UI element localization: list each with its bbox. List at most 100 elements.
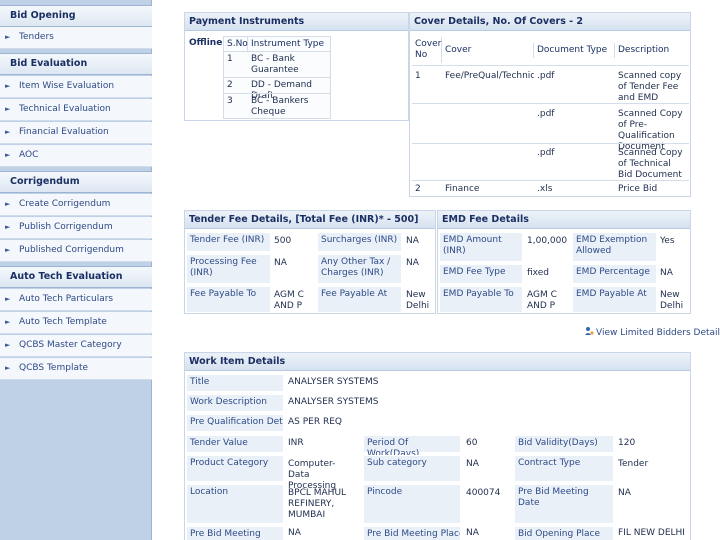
sub-category-label: Sub category <box>363 455 461 482</box>
arrow-right-icon: ► <box>5 295 11 303</box>
cover-row-doc: .pdf <box>537 148 555 158</box>
cover-row-cover: Fee/PreQual/Technical <box>445 71 534 81</box>
tender-fee-title: Tender Fee Details, [Total Fee (INR)* - … <box>185 211 435 229</box>
cover-row-doc: .pdf <box>537 109 555 119</box>
sidebar-item-technical-evaluation[interactable]: ► Technical Evaluation <box>0 99 152 121</box>
cover-row-desc: Scanned copy of Tender Fee and EMD <box>618 71 682 103</box>
processing-fee-value: NA <box>274 258 287 268</box>
instrument-col-sno: S.No <box>224 37 248 52</box>
emd-percentage-value: NA <box>660 268 673 278</box>
sidebar-item-financial-evaluation[interactable]: ► Financial Evaluation <box>0 122 152 144</box>
fee-payable-at-value: New Delhi <box>406 290 430 311</box>
sidebar-item-auto-tech-template[interactable]: ► Auto Tech Template <box>0 312 152 334</box>
emd-payable-at-value: New Delhi <box>660 290 684 311</box>
other-tax-value: NA <box>406 258 419 268</box>
pre-bid-meeting-date-label: Pre Bid Meeting Date <box>514 484 614 524</box>
sidebar: Bid Opening ► Tenders Bid Evaluation ► Ite… <box>0 0 152 540</box>
bid-validity-value: 120 <box>618 438 636 448</box>
emd-percentage-label: EMD Percentage <box>572 264 657 284</box>
sidebar-section-auto-tech-evaluation[interactable]: Auto Tech Evaluation <box>0 266 152 288</box>
arrow-right-icon: ► <box>5 82 11 90</box>
sidebar-item-published-corrigendum[interactable]: ► Published Corrigendum <box>0 240 152 262</box>
work-title-label: Title <box>186 374 284 392</box>
cover-col-doc: Document Type <box>534 43 615 58</box>
fee-payable-at-label: Fee Payable At <box>317 286 402 313</box>
tender-fee-value: 500 <box>274 236 292 246</box>
work-title-value: ANALYSER SYSTEMS <box>288 377 379 387</box>
arrow-right-icon: ► <box>5 200 11 208</box>
emd-payable-to-value: AGM C AND P <box>527 290 557 311</box>
sidebar-item-qcbs-master-category[interactable]: ► QCBS Master Category <box>0 335 152 357</box>
emd-fee-title: EMD Fee Details <box>438 211 690 229</box>
sidebar-item-tenders[interactable]: ► Tenders <box>0 27 152 49</box>
arrow-right-icon: ► <box>5 364 11 372</box>
emd-fee-panel: EMD Fee Details EMD Amount (INR) 1,00,00… <box>437 210 691 314</box>
cover-row-cover: Finance <box>445 184 480 194</box>
cover-col-no: Cover No <box>412 37 442 63</box>
cover-col-desc: Description <box>618 45 670 55</box>
sidebar-item-item-wise-evaluation[interactable]: ► Item Wise Evaluation <box>0 76 152 98</box>
processing-fee-label: Processing Fee (INR) <box>186 254 271 284</box>
instrument-row-sno: 2 <box>227 80 233 90</box>
sidebar-section-corrigendum[interactable]: Corrigendum <box>0 171 152 193</box>
fee-payable-to-value: AGM C AND P <box>274 290 304 311</box>
work-description-value: ANALYSER SYSTEMS <box>288 397 379 407</box>
contract-type-label: Contract Type <box>514 455 614 482</box>
cover-row-desc: Price Bid <box>618 184 658 194</box>
prequal-details-label: Pre Qualification Details <box>186 414 284 432</box>
arrow-right-icon: ► <box>5 128 11 136</box>
pincode-label: Pincode <box>363 484 461 524</box>
instrument-col-type: Instrument Type <box>251 39 325 49</box>
sidebar-item-auto-tech-particulars[interactable]: ► Auto Tech Particulars <box>0 289 152 311</box>
payment-mode: Offline <box>189 38 223 48</box>
arrow-right-icon: ► <box>5 246 11 254</box>
bid-opening-place-value: FIL NEW DELHI <box>618 528 685 538</box>
cover-row-doc: .pdf <box>537 71 555 81</box>
emd-fee-type-value: fixed <box>527 268 549 278</box>
payment-instruments-panel: Payment Instruments Offline S.No Instrum… <box>184 12 409 121</box>
cover-col-cover: Cover <box>442 43 534 58</box>
product-category-label: Product Category <box>186 455 284 482</box>
instrument-row-type: BC - Bank Guarantee <box>251 54 299 75</box>
period-of-work-label: Period Of Work(Days) <box>363 435 461 459</box>
arrow-right-icon: ► <box>5 341 11 349</box>
tender-value-value: INR <box>288 438 304 448</box>
surcharge-value: NA <box>406 236 419 246</box>
pre-bid-meeting-date-value: NA <box>618 488 631 498</box>
cover-row-no: 2 <box>415 184 421 194</box>
sidebar-item-qcbs-template[interactable]: ► QCBS Template <box>0 358 152 380</box>
cover-details-panel: Cover Details, No. Of Covers - 2 Cover N… <box>409 12 691 197</box>
surcharge-label: Surcharges (INR) <box>317 232 402 252</box>
location-label: Location <box>186 484 284 524</box>
sub-category-value: NA <box>466 459 479 469</box>
emd-amount-label: EMD Amount (INR) <box>439 232 523 262</box>
sidebar-section-bid-opening[interactable]: Bid Opening <box>0 5 152 27</box>
sidebar-item-publish-corrigendum[interactable]: ► Publish Corrigendum <box>0 217 152 239</box>
sidebar-section-bid-evaluation[interactable]: Bid Evaluation <box>0 53 152 75</box>
work-description-label: Work Description <box>186 394 284 412</box>
tender-fee-label: Tender Fee (INR) <box>186 232 271 252</box>
instrument-table: S.No Instrument Type 1 BC - Bank Guarant… <box>223 36 331 119</box>
emd-exemption-label: EMD Exemption Allowed <box>572 232 657 262</box>
view-limited-bidders-link[interactable]: View Limited Bidders Details <box>584 326 720 340</box>
pre-bid-meeting-label: Pre Bid Meeting <box>186 526 284 540</box>
pre-bid-meeting-place-label: Pre Bid Meeting Place <box>363 526 461 540</box>
sidebar-item-create-corrigendum[interactable]: ► Create Corrigendum <box>0 194 152 216</box>
period-of-work-value: 60 <box>466 438 478 448</box>
emd-payable-at-label: EMD Payable At <box>572 286 657 313</box>
cover-details-title: Cover Details, No. Of Covers - 2 <box>410 13 690 31</box>
emd-exemption-value: Yes <box>660 236 675 246</box>
contract-type-value: Tender <box>618 459 649 469</box>
pre-bid-meeting-value: NA <box>288 528 301 538</box>
work-item-title: Work Item Details <box>185 353 690 371</box>
fee-payable-to-label: Fee Payable To <box>186 286 271 313</box>
arrow-right-icon: ► <box>5 318 11 326</box>
cover-row-doc: .xls <box>537 184 553 194</box>
arrow-right-icon: ► <box>5 151 11 159</box>
pre-bid-meeting-place-value: NA <box>466 528 479 538</box>
tender-fee-panel: Tender Fee Details, [Total Fee (INR)* - … <box>184 210 436 314</box>
bid-opening-place-label: Bid Opening Place <box>514 526 614 540</box>
cover-row-no: 1 <box>415 71 421 81</box>
payment-instruments-title: Payment Instruments <box>185 13 408 31</box>
sidebar-item-aoc[interactable]: ► AOC <box>0 145 152 167</box>
